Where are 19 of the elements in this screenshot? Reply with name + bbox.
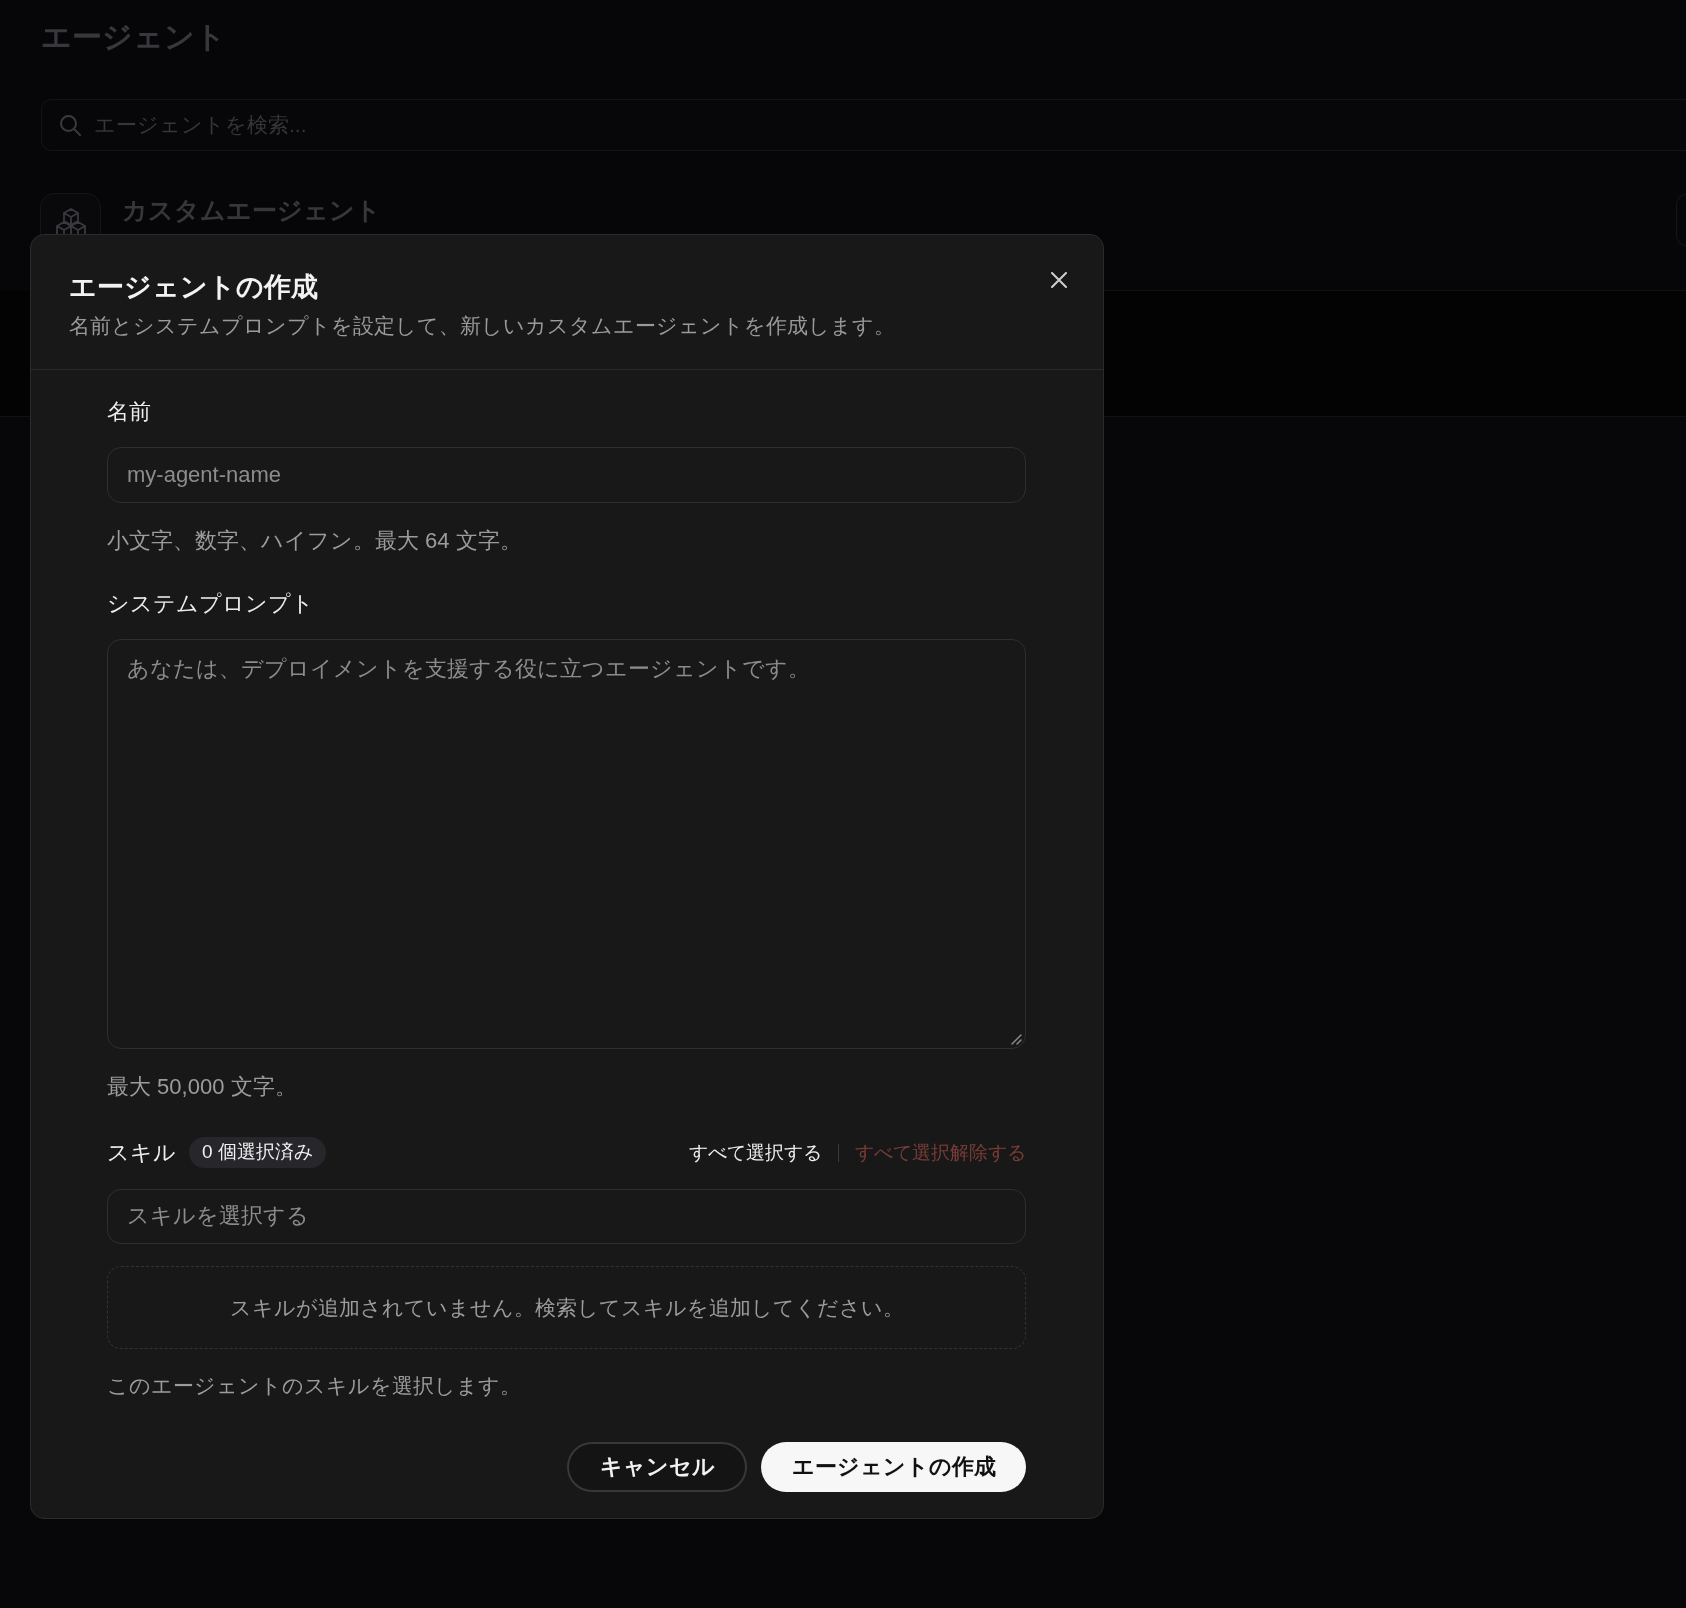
skills-label: スキル	[107, 1139, 176, 1167]
field-label: システムプロンプト	[107, 590, 315, 618]
close-icon	[1051, 272, 1067, 288]
search-icon	[59, 114, 81, 136]
help-text: 最大 50,000 文字。	[107, 1073, 298, 1101]
help-text: 小文字、数字、ハイフン。最大 64 文字。	[107, 527, 523, 555]
skill-search-field[interactable]: スキルを選択する	[107, 1189, 1026, 1244]
prompt-textarea[interactable]: あなたは、デプロイメントを支援する役に立つエージェントです。	[107, 639, 1026, 1049]
empty-skills-message: スキルが追加されていません。検索してスキルを追加してください。	[107, 1266, 1026, 1349]
dialog-description: 名前とシステムプロンプトを設定して、新しいカスタムエージェントを作成します。	[69, 313, 895, 339]
cancel-button[interactable]: キャンセル	[567, 1442, 747, 1492]
name-input[interactable]: my-agent-name	[107, 447, 1026, 503]
resize-handle-icon[interactable]	[1011, 1034, 1022, 1045]
select-all-link[interactable]: すべて選択する	[689, 1138, 822, 1167]
help-text: このエージェントのスキルを選択します。	[107, 1373, 522, 1400]
create-agent-button[interactable]: エージェントの作成	[761, 1442, 1026, 1492]
dialog-title: エージェントの作成	[69, 271, 319, 304]
selected-count: 0 個選択済み	[189, 1137, 326, 1168]
field-label: 名前	[107, 398, 152, 426]
